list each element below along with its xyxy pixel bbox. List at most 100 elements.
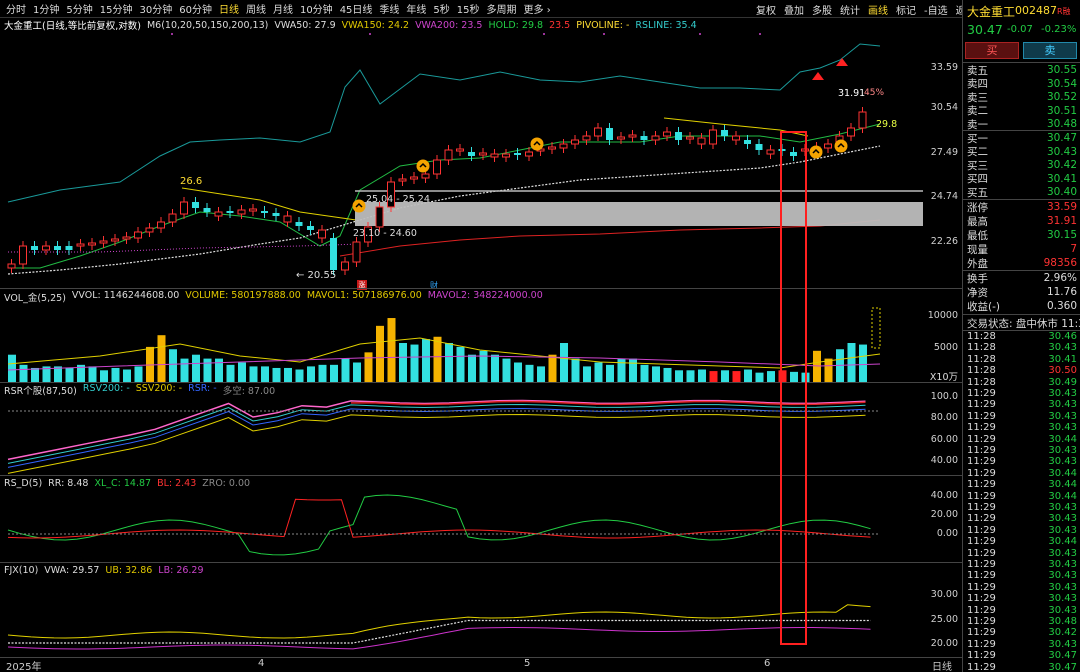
tick-price: 30.48 xyxy=(1048,616,1077,627)
candle xyxy=(352,241,361,263)
alert-triangle xyxy=(836,58,848,66)
period-tab[interactable]: 15分钟 xyxy=(100,1,133,16)
quote-row-label: 换手 xyxy=(967,272,988,285)
tool-button[interactable]: 画线 xyxy=(868,2,888,17)
quote-row-value: 31.91 xyxy=(1046,215,1077,227)
candle xyxy=(192,202,199,208)
period-tab[interactable]: 季线 xyxy=(379,1,399,16)
period-tab[interactable]: 5分钟 xyxy=(66,1,92,16)
legend-item: VWA200: 23.5 xyxy=(415,19,483,31)
volume-bar xyxy=(169,349,177,382)
tool-button[interactable]: 统计 xyxy=(840,2,860,17)
tick-row: 11:29 30.43 xyxy=(967,388,1077,399)
period-tab[interactable]: 周线 xyxy=(246,1,266,16)
quote-row[interactable]: 最低 30.15 xyxy=(967,228,1077,242)
volume-bar xyxy=(721,370,729,382)
signal-bubble xyxy=(416,159,430,173)
quote-row[interactable]: 现量 7 xyxy=(967,242,1077,256)
candle xyxy=(261,211,268,213)
legend-item: RSR: - xyxy=(188,383,217,394)
marker-dot xyxy=(369,33,371,35)
candle xyxy=(330,238,337,270)
quote-row[interactable]: 买五 30.40 xyxy=(967,185,1077,199)
period-tab[interactable]: 45日线 xyxy=(340,1,373,16)
quote-row[interactable]: 外盘 98356 xyxy=(967,256,1077,270)
quote-row[interactable]: 买一 30.47 xyxy=(967,131,1077,145)
price-tick: 27.49 xyxy=(930,147,958,158)
quote-row[interactable]: 买三 30.42 xyxy=(967,158,1077,172)
tick-time: 11:29 xyxy=(967,433,996,445)
quote-row[interactable]: 买二 30.43 xyxy=(967,145,1077,159)
volume-bar xyxy=(226,364,235,382)
tool-button[interactable]: -自选 xyxy=(924,2,948,17)
volume-bar xyxy=(675,370,683,382)
legend-item: MAVOL1: 507186976.00 xyxy=(306,290,422,301)
quote-row[interactable]: 收益(-) 0.360 xyxy=(967,299,1077,313)
candle xyxy=(168,213,177,223)
volume-bar xyxy=(629,358,637,382)
tick-row: 11:28 30.43 xyxy=(967,342,1077,353)
candle xyxy=(375,206,384,228)
candle xyxy=(479,152,487,156)
period-tab[interactable]: 分时 xyxy=(6,1,26,16)
candle xyxy=(617,136,625,140)
candle xyxy=(582,135,591,141)
ssv200 xyxy=(7,413,866,474)
period-tab[interactable]: 10分钟 xyxy=(300,1,333,16)
candle xyxy=(341,261,349,271)
tick-row: 11:29 30.42 xyxy=(967,627,1077,638)
period-tab[interactable]: 月线 xyxy=(273,1,293,16)
period-tab[interactable]: 5秒 xyxy=(433,1,449,16)
signal-bubble xyxy=(809,145,823,159)
quote-row[interactable]: 卖五 30.55 xyxy=(967,63,1077,77)
alert-triangle xyxy=(812,72,824,80)
buy-button[interactable]: 买 xyxy=(965,42,1019,59)
tool-button[interactable]: 标记 xyxy=(896,2,916,17)
vvol-outline xyxy=(871,307,881,349)
period-tab[interactable]: 日线 xyxy=(219,1,239,16)
legend-item: RSLINE: 35.4 xyxy=(635,19,697,31)
sell-button[interactable]: 卖 xyxy=(1023,42,1077,59)
period-tab[interactable]: 30分钟 xyxy=(139,1,172,16)
tick-price: 30.43 xyxy=(1048,342,1077,354)
tick-row: 11:29 30.44 xyxy=(967,536,1077,547)
legend-item: M6(10,20,50,150,200,13) xyxy=(146,19,269,31)
tool-button[interactable]: 多股 xyxy=(812,2,832,17)
candle xyxy=(249,208,257,212)
quote-row-value: 30.42 xyxy=(1046,159,1077,171)
period-tab[interactable]: 60分钟 xyxy=(179,1,212,16)
volume-bar xyxy=(583,366,591,382)
vwa-line xyxy=(8,619,871,644)
quote-row[interactable]: 卖四 30.54 xyxy=(967,77,1077,91)
period-tab[interactable]: 1分钟 xyxy=(33,1,59,16)
quote-row[interactable]: 涨停 33.59 xyxy=(967,200,1077,214)
tick-price: 30.43 xyxy=(1048,638,1077,650)
volume-bar xyxy=(410,344,419,382)
quote-row[interactable]: 卖一 30.48 xyxy=(967,117,1077,131)
tool-button[interactable]: 复权 xyxy=(756,2,776,17)
quote-row[interactable]: 最高 31.91 xyxy=(967,214,1077,228)
volume-bar xyxy=(491,354,499,382)
period-label[interactable]: 日线 xyxy=(932,658,952,672)
signal-bubble xyxy=(834,139,848,153)
volume-bar xyxy=(594,362,603,382)
period-tab[interactable]: 年线 xyxy=(406,1,426,16)
volume-bar xyxy=(376,325,384,382)
quote-row-label: 收益(-) xyxy=(967,300,1000,313)
volume-bar xyxy=(192,354,200,382)
tick-row: 11:29 30.43 xyxy=(967,582,1077,593)
quote-row[interactable]: 卖三 30.52 xyxy=(967,90,1077,104)
tick-row: 11:29 30.48 xyxy=(967,616,1077,627)
quote-row[interactable]: 净资 11.76 xyxy=(967,285,1077,299)
quote-row[interactable]: 买四 30.41 xyxy=(967,172,1077,186)
volume-bar xyxy=(422,339,430,382)
period-tab[interactable]: 更多 › xyxy=(524,1,551,16)
tick-row: 11:29 30.43 xyxy=(967,593,1077,604)
tool-button[interactable]: 叠加 xyxy=(784,2,804,17)
quote-row[interactable]: 换手 2.96% xyxy=(967,271,1077,285)
period-tab[interactable]: 多周期 xyxy=(487,1,517,16)
candle xyxy=(490,153,499,158)
period-tab[interactable]: 15秒 xyxy=(457,1,480,16)
quote-row[interactable]: 卖二 30.51 xyxy=(967,104,1077,118)
candle xyxy=(283,215,292,223)
